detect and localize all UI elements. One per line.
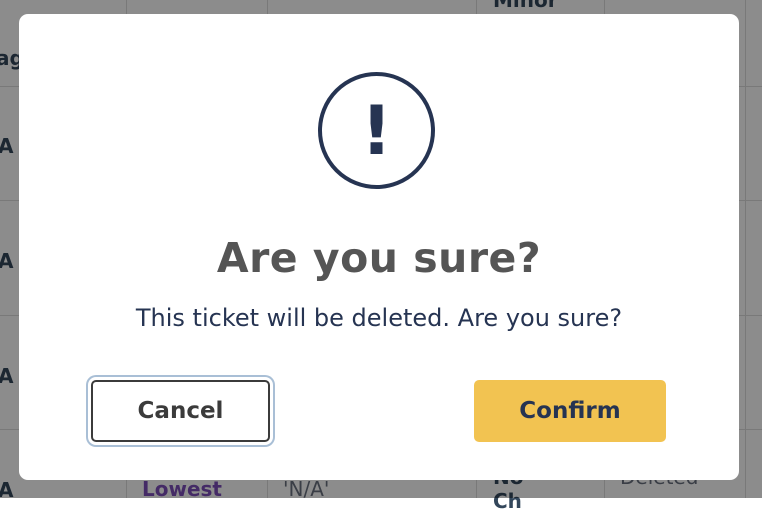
exclamation-glyph: ! xyxy=(360,91,392,171)
dialog-message: This ticket will be deleted. Are you sur… xyxy=(135,304,623,332)
exclamation-circle-icon: ! xyxy=(318,72,435,189)
dialog-title: Are you sure? xyxy=(216,234,542,282)
confirm-button[interactable]: Confirm xyxy=(474,380,666,442)
confirm-dialog: ! Are you sure? This ticket will be dele… xyxy=(19,14,739,480)
cancel-button[interactable]: Cancel xyxy=(91,380,270,442)
